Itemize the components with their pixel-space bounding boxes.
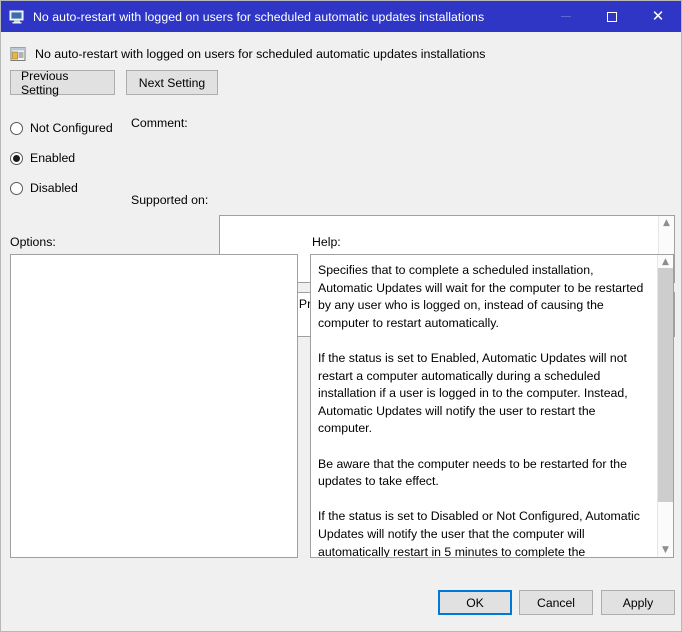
apply-button[interactable]: Apply xyxy=(601,590,675,615)
supported-on-label: Supported on: xyxy=(131,193,209,207)
maximize-icon[interactable] xyxy=(589,1,635,32)
panels-container: Specifies that to complete a scheduled i… xyxy=(1,254,681,579)
help-scroll-track[interactable] xyxy=(658,267,673,545)
dialog-footer: OK Cancel Apply xyxy=(1,579,681,631)
policy-monitor-icon xyxy=(9,9,25,25)
options-panel[interactable] xyxy=(10,254,298,558)
help-paragraph: If the status is set to Disabled or Not … xyxy=(318,509,640,557)
cancel-button[interactable]: Cancel xyxy=(519,590,593,615)
policy-state-form: Not Configured Enabled Disabled Comment:… xyxy=(1,107,681,337)
radio-not-configured-label: Not Configured xyxy=(30,121,113,135)
help-paragraph: If the status is set to Enabled, Automat… xyxy=(318,350,628,436)
help-paragraph: Be aware that the computer needs to be r… xyxy=(318,456,627,489)
chevron-up-icon[interactable]: ▲ xyxy=(663,218,670,228)
help-panel: Specifies that to complete a scheduled i… xyxy=(310,254,674,558)
window-title: No auto-restart with logged on users for… xyxy=(33,9,485,24)
radio-disabled-indicator[interactable] xyxy=(10,181,23,195)
policy-setting-icon xyxy=(10,46,26,62)
radio-enabled-indicator[interactable] xyxy=(10,151,23,165)
help-label: Help: xyxy=(312,235,341,249)
policy-setting-dialog: No auto-restart with logged on users for… xyxy=(0,0,682,632)
minimize-icon[interactable] xyxy=(543,1,589,32)
help-paragraph: Specifies that to complete a scheduled i… xyxy=(318,263,644,330)
ok-button[interactable]: OK xyxy=(438,590,512,615)
help-scrollbar[interactable]: ▲ ▼ xyxy=(657,255,673,557)
panel-labels: Options: Help: xyxy=(1,232,681,254)
chevron-up-icon[interactable]: ▲ xyxy=(662,257,669,267)
window-controls: ✕ xyxy=(543,1,681,32)
radio-not-configured-indicator[interactable] xyxy=(10,121,23,135)
radio-disabled-label: Disabled xyxy=(30,181,78,195)
radio-not-configured[interactable]: Not Configured xyxy=(10,113,130,143)
close-icon[interactable]: ✕ xyxy=(635,1,681,32)
previous-setting-button[interactable]: Previous Setting xyxy=(10,69,115,97)
next-setting-button[interactable]: Next Setting xyxy=(126,70,218,95)
radio-enabled-label: Enabled xyxy=(30,151,76,165)
setting-navigation: Previous Setting Next Setting xyxy=(1,69,681,97)
chevron-down-icon[interactable]: ▼ xyxy=(662,545,669,555)
options-label: Options: xyxy=(10,235,56,249)
comment-label: Comment: xyxy=(131,116,188,130)
help-scroll-thumb xyxy=(658,268,673,502)
help-text-content: Specifies that to complete a scheduled i… xyxy=(311,255,657,557)
title-bar: No auto-restart with logged on users for… xyxy=(1,1,681,32)
policy-state-radio-group: Not Configured Enabled Disabled xyxy=(10,113,130,203)
radio-enabled[interactable]: Enabled xyxy=(10,143,130,173)
policy-name-label: No auto-restart with logged on users for… xyxy=(35,47,486,61)
policy-header: No auto-restart with logged on users for… xyxy=(1,40,681,68)
radio-disabled[interactable]: Disabled xyxy=(10,173,130,203)
